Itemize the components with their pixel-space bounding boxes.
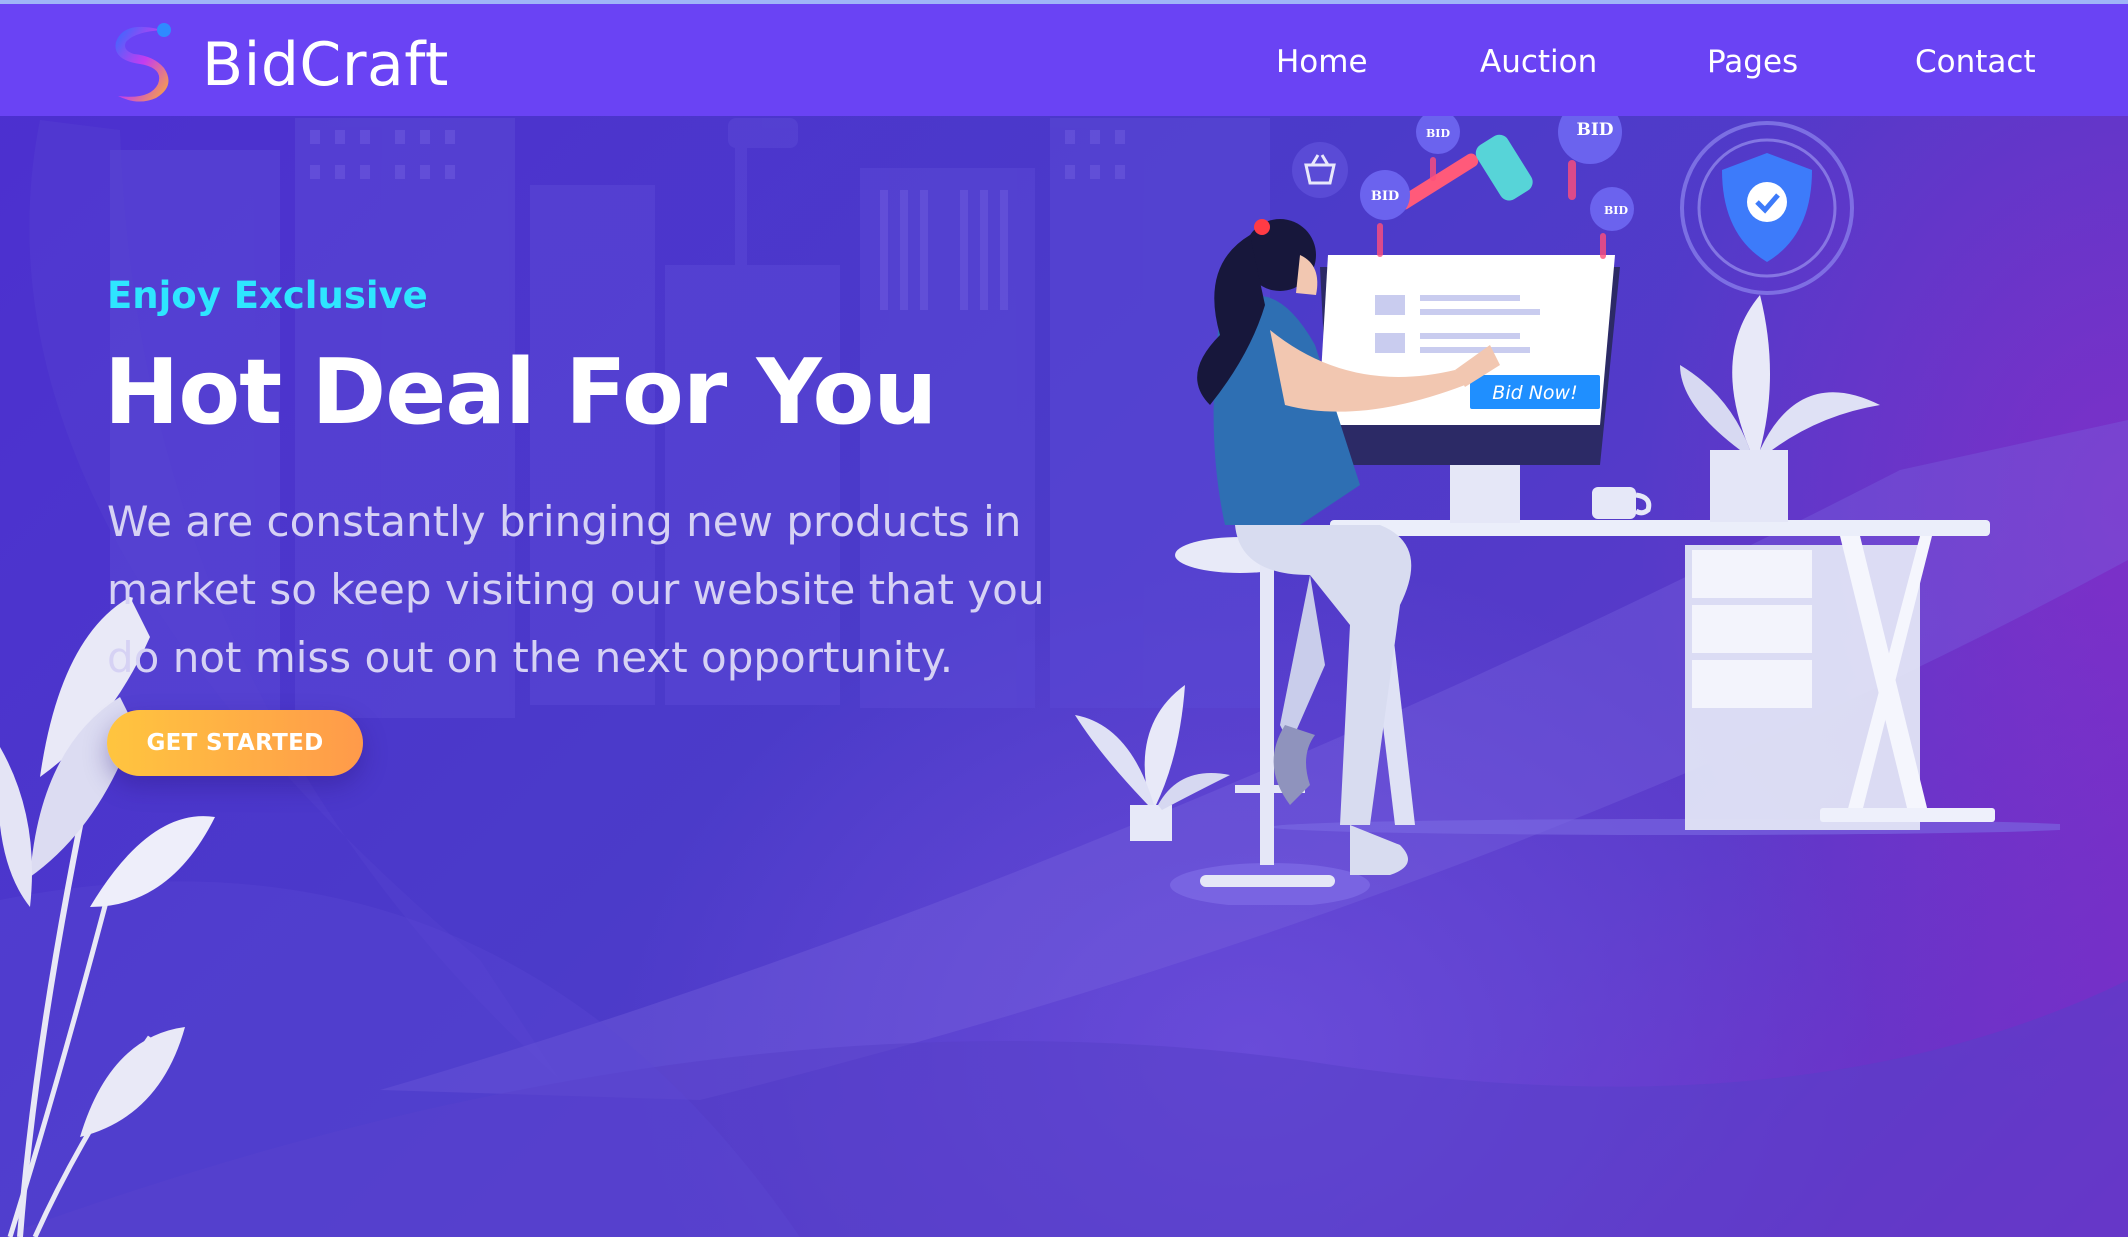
top-navigation-bar: BidCraft Home Auction Pages Contact xyxy=(0,0,2128,116)
bid-badge-2: BID xyxy=(1426,127,1450,140)
get-started-button[interactable]: GET STARTED xyxy=(107,710,363,776)
bid-badge-1: BID xyxy=(1371,189,1399,204)
hero-title: Hot Deal For You xyxy=(104,340,937,445)
bid-now-screen-button: Bid Now! xyxy=(1492,382,1577,404)
brand-name[interactable]: BidCraft xyxy=(202,30,449,100)
nav-pages[interactable]: Pages xyxy=(1707,44,1798,80)
nav-home[interactable]: Home xyxy=(1276,44,1368,80)
bid-badge-4: BID xyxy=(1604,204,1628,217)
hero-eyebrow: Enjoy Exclusive xyxy=(107,274,428,317)
nav-auction[interactable]: Auction xyxy=(1480,44,1597,80)
nav-contact[interactable]: Contact xyxy=(1915,44,2036,80)
brand-logo-icon[interactable] xyxy=(104,20,176,106)
hero-description: We are constantly bringing new products … xyxy=(107,497,1045,682)
hero-section: Bid Now! BID BID BID BID Enjoy Exclusive… xyxy=(0,0,2128,1237)
bid-badge-3: BID xyxy=(1576,120,1613,140)
